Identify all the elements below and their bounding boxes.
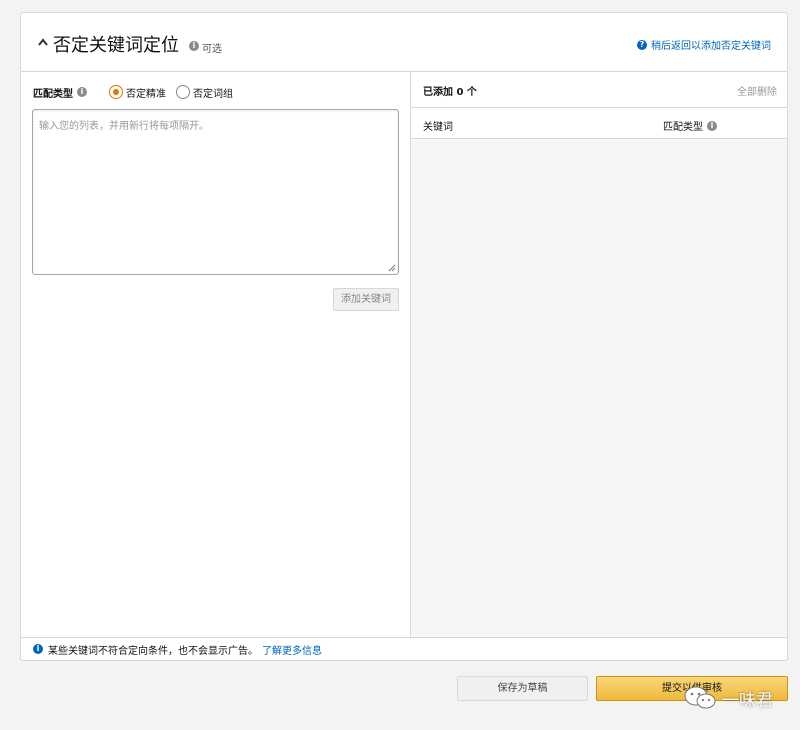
- radio-button[interactable]: [109, 85, 123, 99]
- help-link[interactable]: ? 稍后返回以添加否定关键词: [637, 37, 771, 52]
- keyword-list-input[interactable]: 输入您的列表，并用新行将每项隔开。: [32, 109, 399, 275]
- column-header-match-type-label: 匹配类型: [663, 122, 703, 133]
- panel-header: 否定关键词定位 i 可选 ? 稍后返回以添加否定关键词: [21, 13, 787, 72]
- radio-label: 否定精准: [126, 88, 166, 100]
- help-icon: ?: [637, 39, 647, 50]
- negative-keyword-panel: 否定关键词定位 i 可选 ? 稍后返回以添加否定关键词 匹配类型 i 否定精准 …: [20, 12, 788, 661]
- panel-footer-notice: i 某些关键词不符合定向条件，也不会显示广告。 了解更多信息: [21, 637, 787, 660]
- page-title: 否定关键词定位: [53, 35, 179, 56]
- learn-more-link[interactable]: 了解更多信息: [262, 642, 322, 657]
- notice-text: 某些关键词不符合定向条件，也不会显示广告。: [48, 645, 258, 657]
- match-type-row: 匹配类型 i 否定精准 否定词组: [33, 84, 233, 100]
- radio-button[interactable]: [176, 85, 190, 99]
- match-type-label: 匹配类型: [33, 88, 73, 100]
- info-icon[interactable]: i: [77, 87, 87, 97]
- keyword-list-placeholder: 输入您的列表，并用新行将每项隔开。: [39, 121, 209, 132]
- added-keywords-column: 已添加 0 个 全部删除 关键词 匹配类型 i: [411, 72, 787, 637]
- wechat-icon: [684, 686, 716, 709]
- watermark: 一味君: [682, 684, 773, 712]
- save-draft-button[interactable]: 保存为草稿: [457, 676, 588, 701]
- radio-label: 否定词组: [193, 88, 233, 100]
- resize-handle-icon[interactable]: [388, 264, 396, 272]
- column-header-match-type: 匹配类型 i: [663, 118, 717, 133]
- radio-negative-exact[interactable]: 否定精准: [109, 85, 166, 100]
- radio-negative-phrase[interactable]: 否定词组: [176, 85, 233, 100]
- keyword-input-column: 匹配类型 i 否定精准 否定词组 输入您的列表，并用新行将每项隔开。 添加关键词: [21, 72, 411, 637]
- help-link-text[interactable]: 稍后返回以添加否定关键词: [651, 37, 771, 52]
- added-count: 已添加 0 个: [423, 87, 477, 98]
- watermark-text: 一味君: [722, 690, 773, 711]
- added-keywords-bar: 已添加 0 个 全部删除: [411, 72, 787, 108]
- info-icon[interactable]: i: [707, 120, 717, 131]
- chevron-up-icon[interactable]: [37, 37, 49, 47]
- optional-label: 可选: [202, 44, 222, 55]
- keyword-table-header: 关键词 匹配类型 i: [411, 108, 787, 139]
- info-icon: i: [33, 644, 43, 654]
- add-keywords-button[interactable]: 添加关键词: [333, 288, 399, 311]
- info-icon[interactable]: i: [189, 41, 199, 51]
- delete-all-link[interactable]: 全部删除: [737, 83, 777, 98]
- column-header-keyword: 关键词: [423, 122, 453, 133]
